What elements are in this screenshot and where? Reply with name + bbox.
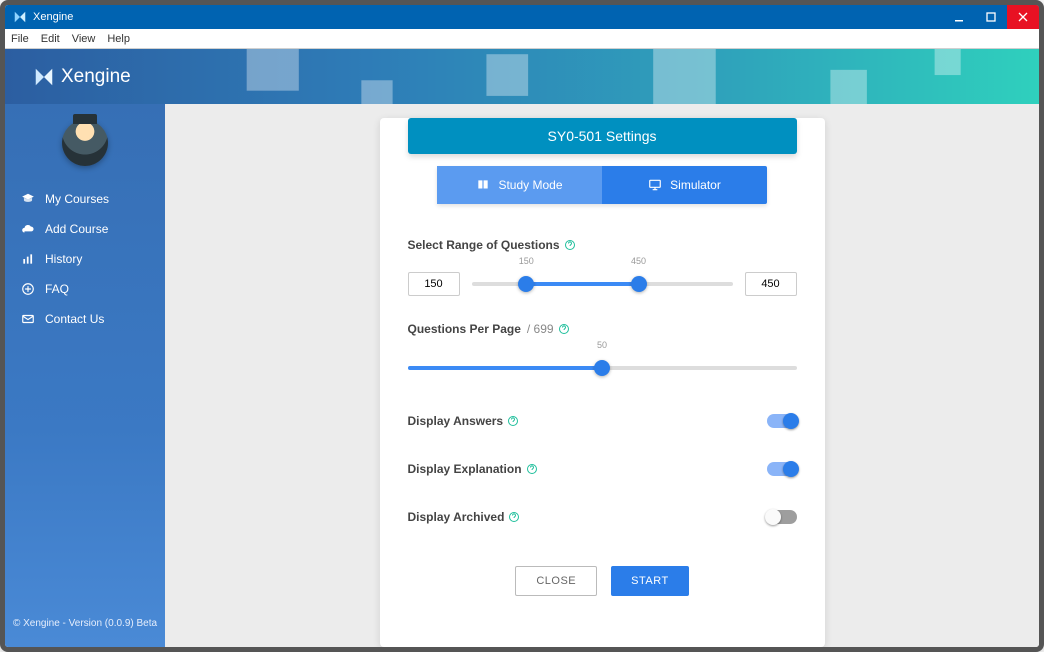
sidebar-item-label: FAQ (45, 282, 69, 296)
avatar-wrap (5, 104, 165, 184)
sidebar-item-label: My Courses (45, 192, 109, 206)
avatar[interactable] (62, 120, 108, 166)
help-icon[interactable] (564, 239, 576, 251)
tab-simulator[interactable]: Simulator (602, 166, 767, 204)
menu-view[interactable]: View (72, 33, 96, 45)
brand-name: Xengine (61, 66, 131, 88)
brand-icon (33, 66, 55, 88)
range-high-input[interactable] (745, 272, 797, 296)
sidebar-item-label: Contact Us (45, 312, 104, 326)
toggle-label: Display Explanation (408, 462, 522, 476)
range-high-tip: 450 (631, 256, 646, 266)
sidebar-item-add-course[interactable]: Add Course (5, 214, 165, 244)
chart-icon (21, 252, 35, 266)
brand-logo: Xengine (33, 66, 131, 88)
toggle-answers[interactable] (767, 414, 797, 428)
perpage-section: Questions Per Page / 699 50 (380, 322, 825, 380)
toggle-explanation[interactable] (767, 462, 797, 476)
help-icon[interactable] (508, 511, 520, 523)
window-title: Xengine (33, 11, 73, 23)
menu-file[interactable]: File (11, 33, 29, 45)
menu-edit[interactable]: Edit (41, 33, 60, 45)
envelope-icon (21, 312, 35, 326)
perpage-label: Questions Per Page (408, 322, 521, 336)
settings-card: SY0-501 Settings Study Mode Simulator Se… (380, 118, 825, 647)
help-icon[interactable] (507, 415, 519, 427)
mode-tabs: Study Mode Simulator (437, 166, 767, 204)
sidebar-item-faq[interactable]: FAQ (5, 274, 165, 304)
book-icon (476, 178, 490, 192)
maximize-button[interactable] (975, 5, 1007, 29)
tab-label: Study Mode (498, 166, 562, 204)
menu-help[interactable]: Help (107, 33, 130, 45)
button-row: CLOSE START (380, 566, 825, 596)
range-thumb-high[interactable] (631, 276, 647, 292)
plus-circle-icon (21, 282, 35, 296)
toggle-label: Display Archived (408, 510, 505, 524)
sidebar-item-label: History (45, 252, 82, 266)
tab-label: Simulator (670, 166, 721, 204)
range-thumb-low[interactable] (518, 276, 534, 292)
range-slider[interactable]: 150 450 (472, 272, 733, 296)
toggle-label: Display Answers (408, 414, 504, 428)
sidebar-item-history[interactable]: History (5, 244, 165, 274)
cloud-plus-icon (21, 222, 35, 236)
window-controls (943, 5, 1039, 29)
close-button[interactable]: CLOSE (515, 566, 597, 596)
sidebar-item-my-courses[interactable]: My Courses (5, 184, 165, 214)
monitor-icon (648, 178, 662, 192)
toggle-row-explanation: Display Explanation (380, 462, 825, 476)
main-area: SY0-501 Settings Study Mode Simulator Se… (165, 104, 1039, 647)
settings-title: SY0-501 Settings (408, 118, 797, 154)
app-icon (13, 10, 27, 24)
menu-bar: File Edit View Help (5, 29, 1039, 49)
toggle-row-answers: Display Answers (380, 414, 825, 428)
perpage-thumb[interactable] (594, 360, 610, 376)
perpage-slider[interactable]: 50 (408, 356, 797, 380)
sidebar: My Courses Add Course History FAQ (5, 104, 165, 647)
sidebar-item-contact[interactable]: Contact Us (5, 304, 165, 334)
title-bar: Xengine (5, 5, 1039, 29)
tab-study-mode[interactable]: Study Mode (437, 166, 602, 204)
toggle-row-archived: Display Archived (380, 510, 825, 524)
range-section: Select Range of Questions 150 450 (380, 238, 825, 296)
banner-decoration (205, 49, 1039, 104)
help-icon[interactable] (526, 463, 538, 475)
sidebar-footer: © Xengine - Version (0.0.9) Beta (5, 618, 165, 629)
range-low-tip: 150 (519, 256, 534, 266)
app-window: Xengine File Edit View Help (0, 0, 1044, 652)
range-label: Select Range of Questions (408, 238, 560, 252)
sidebar-item-label: Add Course (45, 222, 108, 236)
perpage-tip: 50 (597, 340, 607, 350)
window-close-button[interactable] (1007, 5, 1039, 29)
range-low-input[interactable] (408, 272, 460, 296)
toggle-archived[interactable] (767, 510, 797, 524)
graduation-cap-icon (21, 192, 35, 206)
minimize-button[interactable] (943, 5, 975, 29)
help-icon[interactable] (558, 323, 570, 335)
perpage-total: / 699 (527, 322, 554, 336)
start-button[interactable]: START (611, 566, 689, 596)
header-banner: Xengine (5, 49, 1039, 104)
